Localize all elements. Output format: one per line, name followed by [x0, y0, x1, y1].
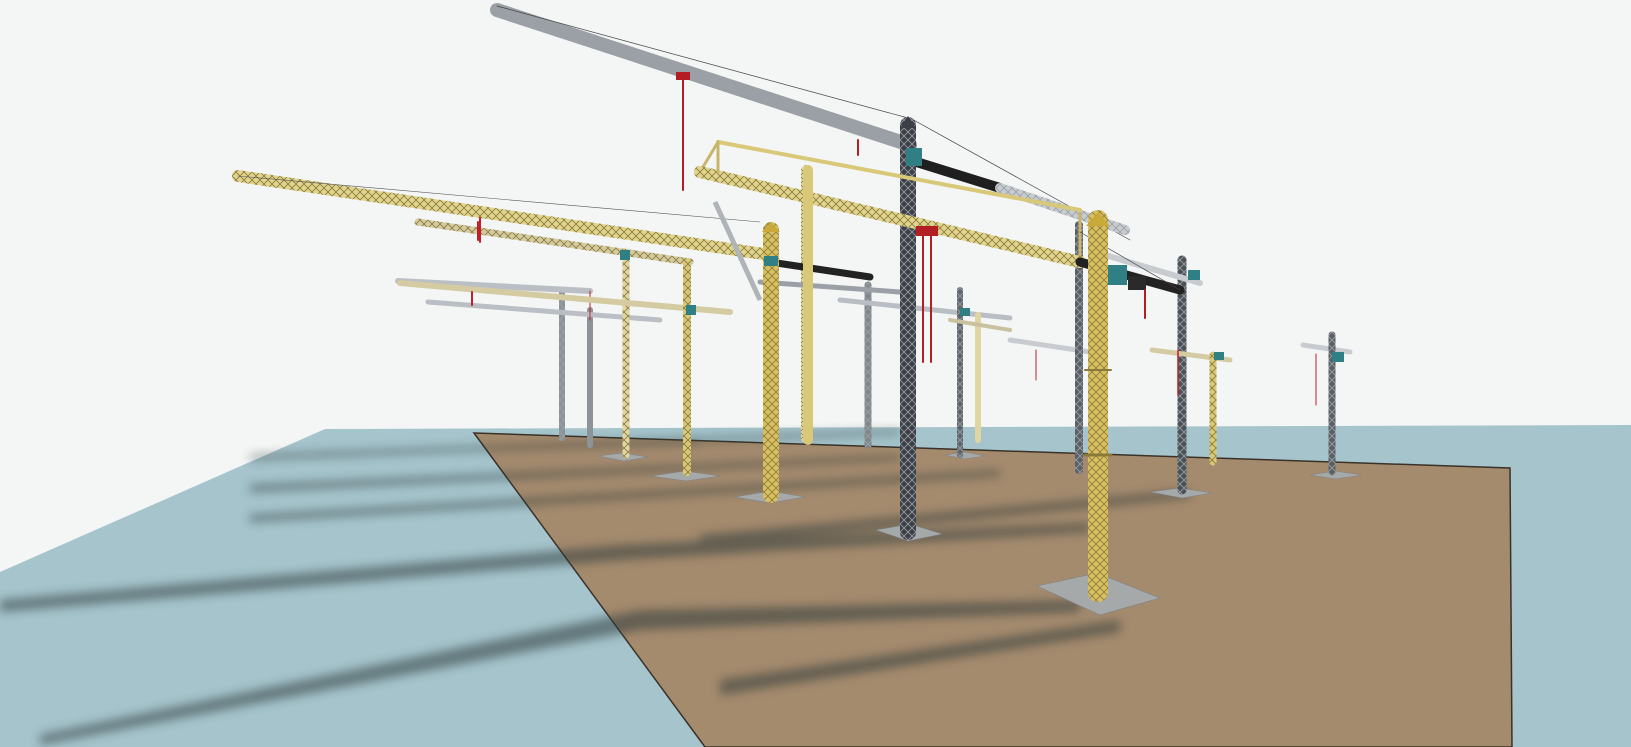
construction-site-scene	[0, 0, 1631, 747]
